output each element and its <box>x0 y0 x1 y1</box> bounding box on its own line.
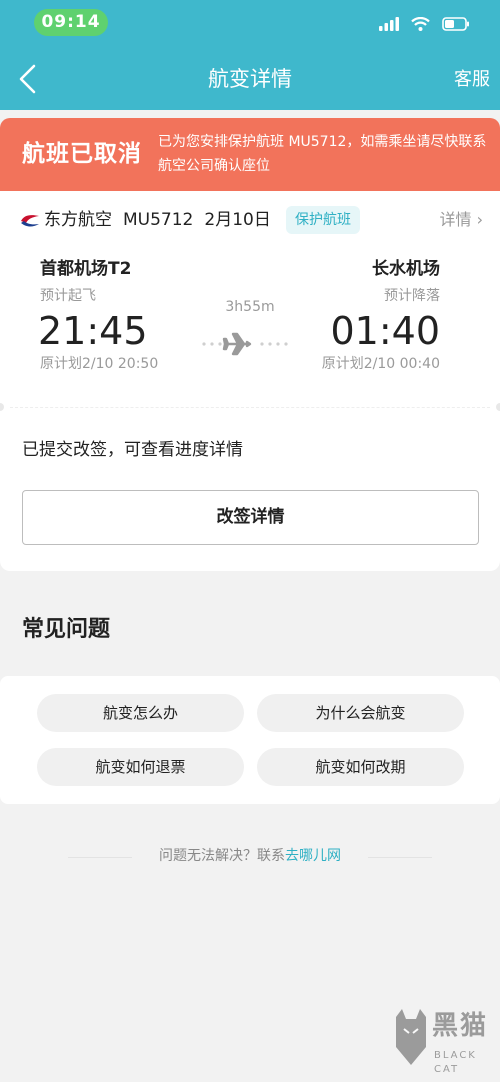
airline-name: 东方航空 <box>44 210 112 230</box>
help-text: 问题无法解决？联系 <box>159 848 285 864</box>
contact-brand-link[interactable]: 去哪儿网 <box>285 848 341 864</box>
signal-icon <box>379 17 399 31</box>
app-header: 09:14 航变详情 客服 <box>0 0 500 110</box>
cancel-banner: 航班已取消 已为您安排保护航班 MU5712，如需乘坐请尽快联系航空公司确认座位 <box>0 118 500 191</box>
watermark-text: 黑猫 <box>432 1011 489 1041</box>
airline-line: 东方航空 MU5712 2月10日 <box>44 207 282 233</box>
help-line: 问题无法解决？联系去哪儿网 <box>0 846 500 866</box>
change-detail-button[interactable]: 改签详情 <box>22 490 479 545</box>
faq-item[interactable]: 为什么会航变 <box>257 694 464 732</box>
wifi-icon <box>411 17 430 31</box>
card-divider <box>10 407 490 408</box>
battery-icon <box>442 17 469 31</box>
airline-logo-icon <box>21 215 39 227</box>
arrival-airport: 长水机场 <box>372 259 440 279</box>
detail-link[interactable]: 详情 › <box>440 207 484 233</box>
cancel-message: 已为您安排保护航班 MU5712，如需乘坐请尽快联系航空公司确认座位 <box>158 134 487 174</box>
watermark-subtext: BLACK CAT <box>434 1050 477 1075</box>
departure-original-time: 原计划2/10 20:50 <box>40 356 159 372</box>
faq-item[interactable]: 航变怎么办 <box>37 694 244 732</box>
arrival-original-time: 原计划2/10 00:40 <box>321 356 440 372</box>
flight-card: 东方航空 MU5712 2月10日 保护航班 详情 › 首都机场T2 长水机场 预计… <box>0 191 500 571</box>
flight-date: 2月10日 <box>204 210 271 230</box>
airplane-icon <box>202 332 288 356</box>
cat-logo-icon <box>396 1009 426 1065</box>
status-icons <box>379 15 470 33</box>
arrival-time: 01:40 <box>330 309 440 353</box>
customer-service-button[interactable]: 客服 <box>454 66 490 94</box>
faq-item[interactable]: 航变如何改期 <box>257 748 464 786</box>
faq-title: 常见问题 <box>22 617 111 642</box>
status-time: 09:14 <box>34 9 108 36</box>
page-title: 航变详情 <box>208 67 292 91</box>
departure-airport: 首都机场T2 <box>40 259 132 279</box>
departure-time: 21:45 <box>38 309 148 353</box>
change-submitted-note: 已提交改签，可查看进度详情 <box>22 440 243 460</box>
cancel-title: 航班已取消 <box>22 141 142 167</box>
card-notch-left <box>0 403 4 411</box>
faq-card: 航变怎么办 为什么会航变 航变如何退票 航变如何改期 <box>0 676 500 804</box>
faq-item[interactable]: 航变如何退票 <box>37 748 244 786</box>
flight-number: MU5712 <box>123 210 194 230</box>
protect-flight-badge: 保护航班 <box>286 206 360 234</box>
watermark: 黑猫 BLACK CAT <box>392 1005 496 1075</box>
card-notch-right <box>496 403 500 411</box>
